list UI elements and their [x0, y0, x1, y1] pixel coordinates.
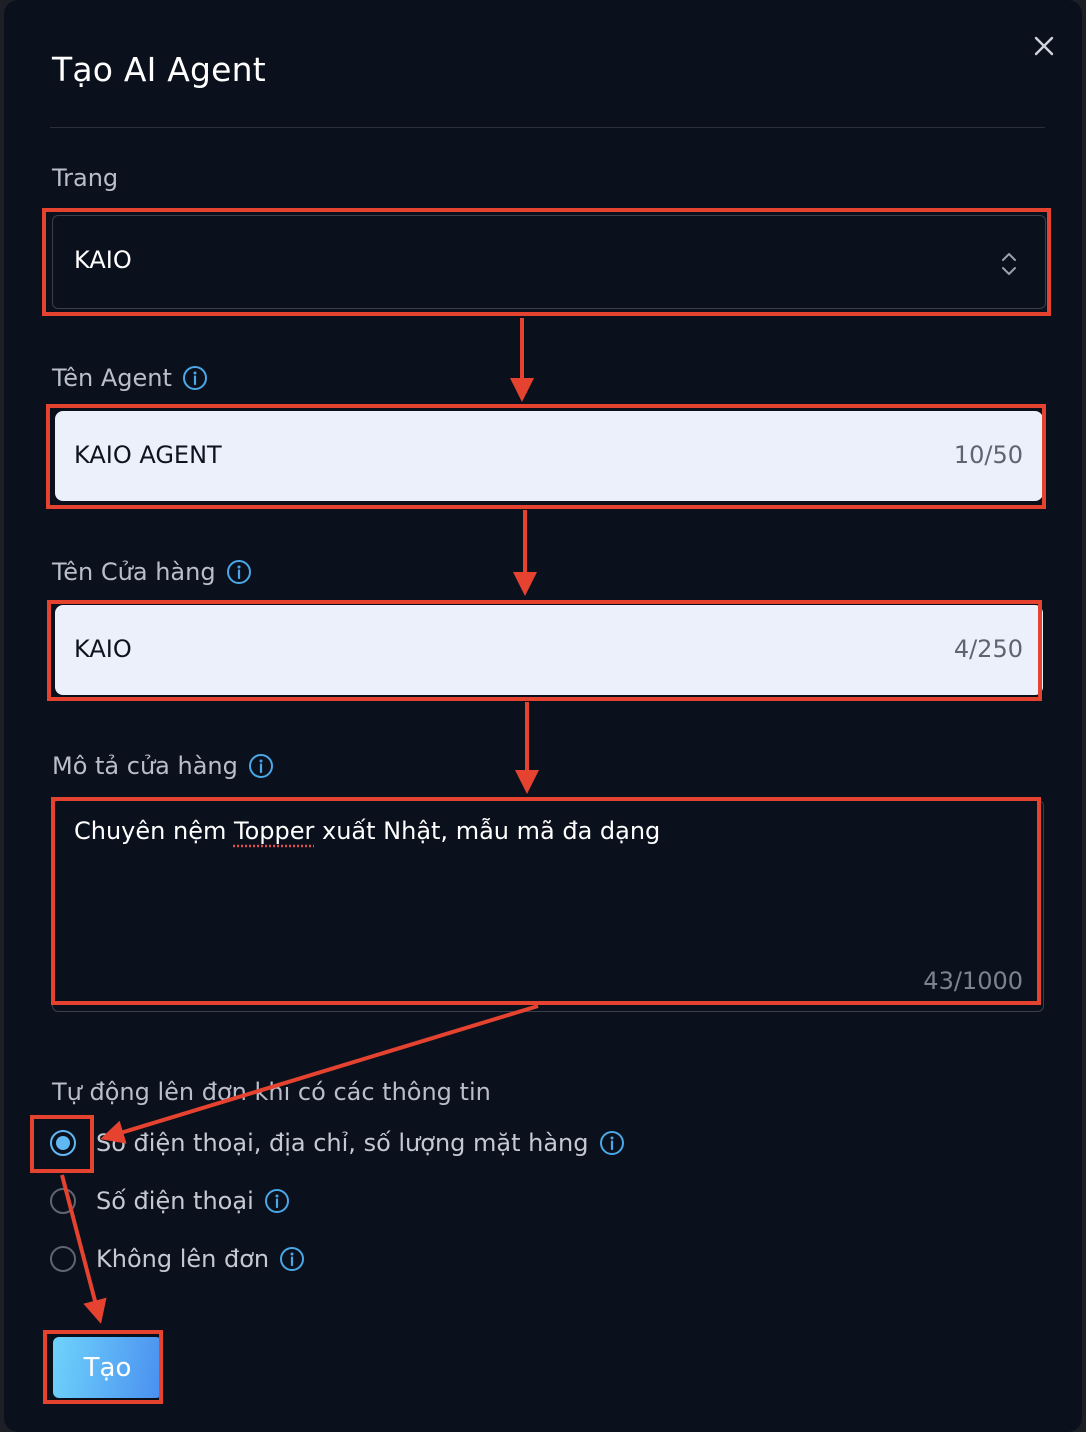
auto-order-label: Tự động lên đơn khi có các thông tin — [52, 1078, 491, 1106]
create-button[interactable]: Tạo — [53, 1337, 162, 1398]
page-label-text: Trang — [52, 164, 119, 192]
agent-name-label: Tên Agent — [52, 364, 208, 392]
info-icon[interactable] — [248, 753, 274, 779]
agent-name-input[interactable]: KAIO AGENT 10/50 — [55, 411, 1043, 501]
chevron-updown-icon — [1002, 253, 1016, 275]
store-desc-label: Mô tả cửa hàng — [52, 752, 274, 780]
header-divider — [50, 127, 1045, 128]
store-desc-text-a: Chuyên nệm — [74, 817, 234, 845]
store-name-counter: 4/250 — [953, 635, 1023, 663]
store-desc-value: Chuyên nệm Topper xuất Nhật, mẫu mã đa d… — [74, 817, 660, 845]
radio-option-full[interactable]: Số điện thoại, địa chỉ, số lượng mặt hàn… — [50, 1129, 625, 1157]
store-desc-label-text: Mô tả cửa hàng — [52, 752, 238, 780]
store-name-input[interactable]: KAIO 4/250 — [55, 605, 1043, 695]
agent-name-counter: 10/50 — [953, 441, 1023, 469]
store-desc-textarea[interactable]: Chuyên nệm Topper xuất Nhật, mẫu mã đa d… — [52, 800, 1044, 1012]
modal-title: Tạo AI Agent — [52, 50, 266, 89]
store-desc-text-b: xuất Nhật, mẫu mã đa dạng — [314, 817, 661, 845]
info-icon[interactable] — [182, 365, 208, 391]
close-icon[interactable] — [1030, 32, 1058, 60]
radio-option-none[interactable]: Không lên đơn — [50, 1245, 305, 1273]
info-icon[interactable] — [226, 559, 252, 585]
store-name-value: KAIO — [74, 635, 132, 663]
create-agent-modal: Tạo AI Agent Trang KAIO Tên Agent KAIO A… — [4, 0, 1082, 1432]
radio-option-phone[interactable]: Số điện thoại — [50, 1187, 290, 1215]
radio-button-selected[interactable] — [50, 1130, 76, 1156]
radio-label: Không lên đơn — [96, 1245, 270, 1273]
store-desc-counter: 43/1000 — [923, 967, 1023, 995]
agent-name-value: KAIO AGENT — [74, 441, 222, 469]
store-name-label-text: Tên Cửa hàng — [52, 558, 216, 586]
info-icon[interactable] — [279, 1246, 305, 1272]
info-icon[interactable] — [599, 1130, 625, 1156]
page-label: Trang — [52, 164, 118, 192]
radio-label: Số điện thoại — [96, 1187, 254, 1215]
radio-label: Số điện thoại, địa chỉ, số lượng mặt hàn… — [96, 1129, 589, 1157]
auto-order-label-text: Tự động lên đơn khi có các thông tin — [52, 1078, 491, 1106]
radio-button[interactable] — [50, 1246, 76, 1272]
info-icon[interactable] — [264, 1188, 290, 1214]
page-select-value: KAIO — [74, 246, 132, 274]
page-select[interactable]: KAIO — [52, 215, 1046, 309]
misspelled-word: Topper — [233, 817, 315, 845]
store-name-label: Tên Cửa hàng — [52, 558, 252, 586]
agent-name-label-text: Tên Agent — [52, 364, 172, 392]
radio-button[interactable] — [50, 1188, 76, 1214]
